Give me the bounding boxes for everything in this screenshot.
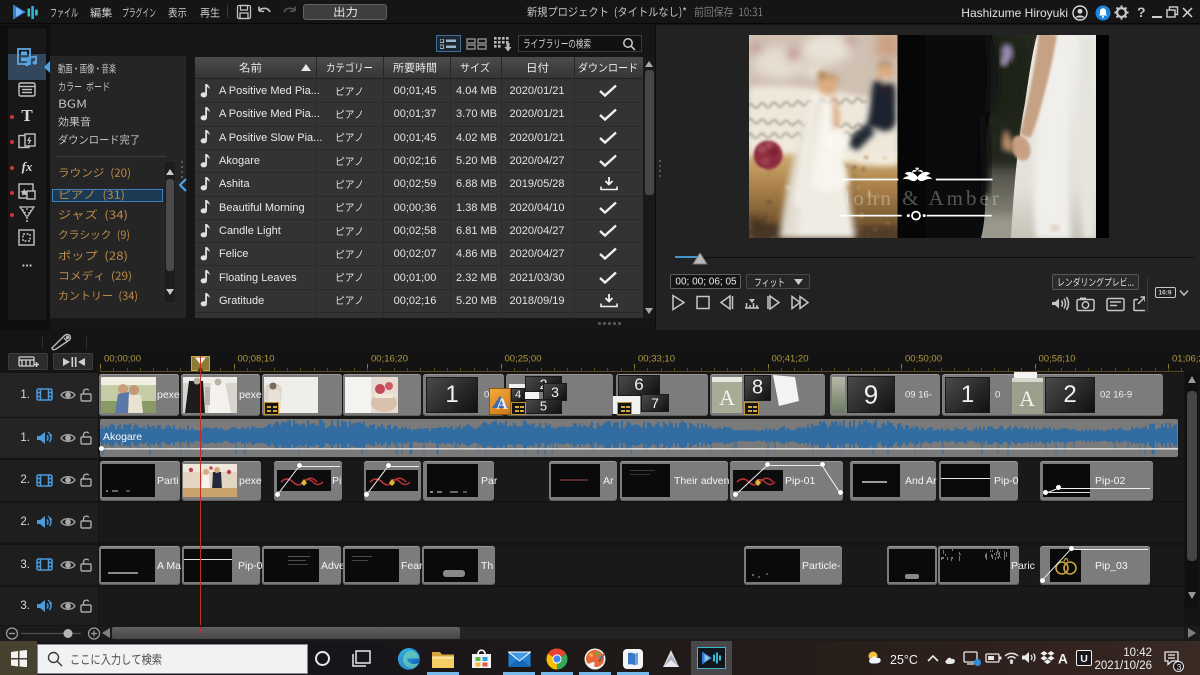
svg-text:A: A bbox=[1019, 386, 1035, 411]
svg-text:A: A bbox=[719, 385, 735, 410]
svg-text:A: A bbox=[496, 396, 508, 413]
